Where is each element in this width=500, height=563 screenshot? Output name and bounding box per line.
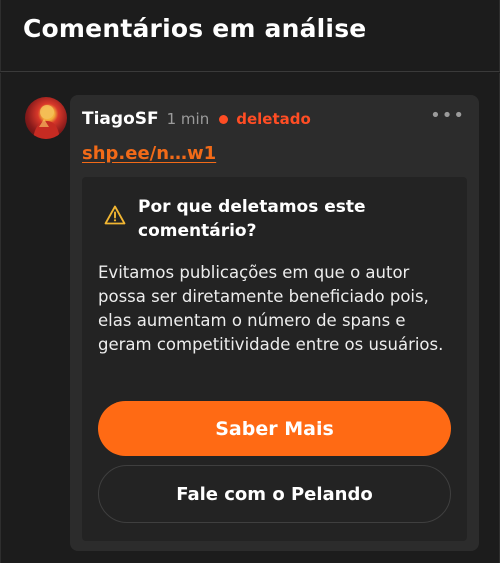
- notice-title: Por que deletamos este comentário?: [138, 197, 366, 241]
- status-badge: deletado: [236, 110, 311, 128]
- comment-card: TiagoSF 1 min deletado ••• shp.ee/n…w1 P…: [70, 95, 479, 551]
- deletion-notice: Por que deletamos este comentário? Evita…: [82, 177, 467, 541]
- more-horizontal-icon[interactable]: •••: [430, 107, 465, 125]
- comment-link[interactable]: shp.ee/n…w1: [82, 143, 216, 164]
- comments-panel: TiagoSF 1 min deletado ••• shp.ee/n…w1 P…: [0, 73, 500, 563]
- contact-pelando-button[interactable]: Fale com o Pelando: [98, 465, 451, 523]
- page-title: Comentários em análise: [23, 14, 367, 43]
- page-header: Comentários em análise: [0, 0, 500, 72]
- comment-time: 1 min: [166, 110, 210, 128]
- avatar[interactable]: [25, 97, 67, 139]
- warning-triangle-icon: [104, 205, 126, 225]
- status-dot-icon: [219, 114, 229, 124]
- notice-body: Evitamos publicações em que o autor poss…: [98, 263, 444, 354]
- learn-more-button[interactable]: Saber Mais: [98, 401, 451, 456]
- comment-username[interactable]: TiagoSF: [82, 109, 159, 129]
- comment-meta: TiagoSF 1 min deletado: [82, 107, 311, 131]
